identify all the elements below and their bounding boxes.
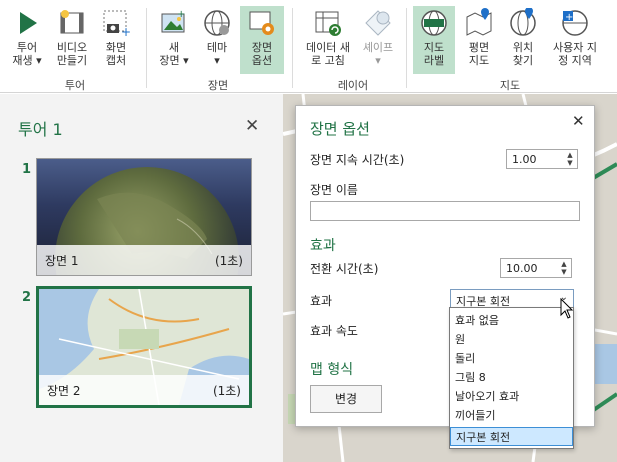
map-labels-button[interactable]: 지도 라벨 [413,6,455,74]
mouse-cursor-icon [560,298,574,319]
group-label-scene: 장면 [207,79,229,92]
picture-add-icon: + [159,8,189,38]
refresh-data-button[interactable]: 데이터 새 로 고침 [300,6,356,74]
effect-select[interactable]: 지구본 회전 ⌄ [450,289,574,308]
effect-section-heading: 효과 [310,238,336,254]
separator [292,8,293,88]
effect-option[interactable]: 돌리 [450,349,573,368]
effect-option[interactable]: 그림 8 [450,368,573,387]
custom-region-button[interactable]: + 사용자 지 정 지역 [546,6,604,74]
scene-name-label: 장면 이름 [310,183,358,197]
scene-caption: 장면 1 (1초) [37,245,251,275]
shapes-button[interactable]: 셰이프 ▾ [358,6,398,74]
tour-panel: 투어 1 ✕ 1 장면 1 (1초) 2 장면 2 (1초) [0,94,283,462]
dialog-title: 장면 옵션 [310,120,370,138]
change-button[interactable]: 변경 [310,385,382,413]
table-refresh-icon [313,8,343,38]
create-video-button[interactable]: 비디오 만들기 [50,6,94,74]
scene-options-button[interactable]: 장면 옵션 [240,6,284,74]
tour-title: 투어 1 [18,120,63,139]
scene-number: 1 [22,162,32,177]
effect-speed-label: 효과 속도 [310,324,358,338]
film-icon [57,8,87,38]
close-icon[interactable]: ✕ [572,112,585,130]
effect-option[interactable]: 효과 없음 [450,311,573,330]
group-label-map: 지도 [499,79,521,92]
svg-text:+: + [121,25,131,38]
scene-number: 2 [22,290,32,305]
effect-option[interactable]: 원 [450,330,573,349]
spin-arrows-icon[interactable]: ▲ ▼ [565,151,575,167]
separator [146,8,147,88]
scene-name: 장면 1 [45,254,79,268]
find-location-button[interactable]: 위치 찾기 [503,6,543,74]
spin-arrows-icon[interactable]: ▲ ▼ [559,260,569,276]
effect-label: 효과 [310,294,333,308]
flat-map-button[interactable]: 평면 지도 [459,6,499,74]
group-label-tour: 투어 [64,79,86,92]
close-icon[interactable]: ✕ [245,116,259,136]
transition-value: 10.00 [506,262,538,275]
scene-name-input[interactable] [310,201,580,221]
scene-thumbnail-2[interactable]: 장면 2 (1초) [36,286,252,408]
scene-thumbnail-1[interactable]: 장면 1 (1초) [36,158,252,276]
duration-spinner[interactable]: 1.00 ▲ ▼ [506,149,578,169]
capture-screen-button[interactable]: + 화면 캡처 [97,6,135,74]
effect-option[interactable]: 날아오기 효과 [450,387,573,406]
play-icon [12,8,42,38]
effect-option-selected[interactable]: 지구본 회전 [450,427,573,446]
duration-label: 장면 지속 시간(초) [310,153,405,167]
scene-options-icon [247,8,277,38]
globe-icon [202,8,232,38]
flat-map-icon [464,8,494,38]
new-scene-button[interactable]: + 새 장면 ▾ [154,6,194,74]
effect-dropdown-list: 효과 없음 원 돌리 그림 8 날아오기 효과 끼어들기 지구본 회전 [449,307,574,449]
svg-text:+: + [565,12,573,23]
play-tour-button[interactable]: 투어 재생 ▾ [6,6,48,74]
duration-value: 1.00 [512,153,537,166]
effect-option[interactable]: 끼어들기 [450,406,573,425]
map-format-heading: 맵 형식 [310,362,354,378]
custom-region-icon: + [560,8,590,38]
find-location-icon [508,7,538,38]
theme-button[interactable]: 테마 ▾ [197,6,237,74]
svg-text:+: + [177,9,185,20]
group-label-layer: 레이어 [337,79,369,92]
transition-label: 전환 시간(초) [310,262,379,276]
scene-name: 장면 2 [47,384,81,398]
transition-spinner[interactable]: 10.00 ▲ ▼ [500,258,572,278]
shapes-icon [363,8,393,38]
scene-duration: (1초) [214,254,243,268]
scene-duration: (1초) [212,384,241,398]
ribbon: 투어 재생 ▾ 비디오 만들기 + 화면 캡처 + 새 장면 ▾ 테마 ▾ 장면… [0,0,617,93]
camera-icon: + [101,8,131,39]
scene-caption: 장면 2 (1초) [39,375,249,405]
separator [406,8,407,88]
map-labels-icon [419,8,449,38]
